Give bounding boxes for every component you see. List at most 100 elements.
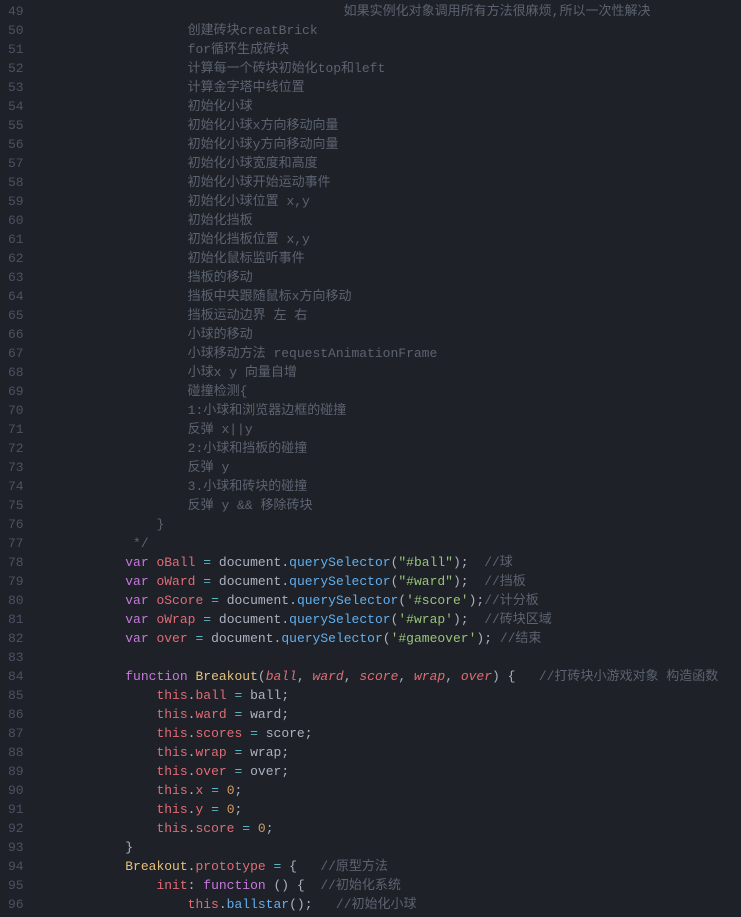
token-cmt: 初始化小球x方向移动向量 [188,118,339,133]
line-number: 84 [8,667,24,686]
code-line[interactable]: 创建砖块creatBrick [32,21,741,40]
code-line[interactable]: 初始化挡板 [32,211,741,230]
code-line[interactable]: 初始化小球开始运动事件 [32,173,741,192]
token-str: "#ward" [398,574,453,589]
code-line[interactable]: 反弹 x||y [32,420,741,439]
code-line[interactable]: 2:小球和挡板的碰撞 [32,439,741,458]
code-line[interactable]: this.wrap = wrap; [32,743,741,762]
token-p: ; [305,726,313,741]
token-cls: Breakout [195,669,257,684]
code-line[interactable]: this.over = over; [32,762,741,781]
token-p: ); [453,555,484,570]
code-line[interactable]: 挡板的移动 [32,268,741,287]
code-line[interactable]: 初始化挡板位置 x,y [32,230,741,249]
line-number: 49 [8,2,24,21]
code-line[interactable]: 挡板运动边界 左 右 [32,306,741,325]
token-func: ballstar [227,897,289,912]
code-line[interactable]: 计算每一个砖块初始化top和left [32,59,741,78]
code-line[interactable]: this.scores = score; [32,724,741,743]
code-line[interactable]: } [32,838,741,857]
code-line[interactable]: var oScore = document.querySelector('#sc… [32,591,741,610]
token-param: ball [266,669,297,684]
token-var: wrap [195,745,226,760]
code-line[interactable] [32,648,741,667]
code-editor[interactable]: 4950515253545556575859606162636465666768… [0,0,741,917]
line-number: 54 [8,97,24,116]
token-func: querySelector [297,593,398,608]
token-p [242,764,250,779]
token-p [227,707,235,722]
code-line[interactable]: 初始化小球宽度和高度 [32,154,741,173]
code-line[interactable]: 挡板中央跟随鼠标x方向移动 [32,287,741,306]
token-p: ; [235,802,243,817]
code-line[interactable]: var oWrap = document.querySelector('#wra… [32,610,741,629]
token-key: function [203,878,265,893]
code-line[interactable]: 计算金字塔中线位置 [32,78,741,97]
code-line[interactable]: 初始化小球 [32,97,741,116]
token-var: prototype [195,859,265,874]
code-line[interactable]: this.score = 0; [32,819,741,838]
code-line[interactable]: var oBall = document.querySelector("#bal… [32,553,741,572]
token-this: this [156,688,187,703]
line-number: 71 [8,420,24,439]
code-line[interactable]: 反弹 y && 移除砖块 [32,496,741,515]
token-p: , [398,669,414,684]
token-num: 0 [227,802,235,817]
code-line[interactable]: this.y = 0; [32,800,741,819]
code-line[interactable]: init: function () { //初始化系统 [32,876,741,895]
token-cmt: 初始化小球位置 x,y [188,194,310,209]
line-number: 56 [8,135,24,154]
code-line[interactable]: } [32,515,741,534]
token-cmt: 1:小球和浏览器边框的碰撞 [188,403,347,418]
token-var: score [195,821,234,836]
code-line[interactable]: 1:小球和浏览器边框的碰撞 [32,401,741,420]
token-prop: document [219,574,281,589]
code-line[interactable]: 3.小球和砖块的碰撞 [32,477,741,496]
token-p: ; [266,821,274,836]
token-var: oScore [156,593,203,608]
code-line[interactable]: 初始化鼠标监听事件 [32,249,741,268]
token-cmt: for循环生成砖块 [188,42,289,57]
token-cmt: 反弹 y && 移除砖块 [188,498,313,513]
line-number: 76 [8,515,24,534]
code-line[interactable]: */ [32,534,741,553]
token-cmt: 初始化小球 [188,99,253,114]
code-line[interactable]: var over = document.querySelector('#game… [32,629,741,648]
token-p: . [281,555,289,570]
code-line[interactable]: this.ballstar(); //初始化小球 [32,895,741,914]
code-line[interactable]: 初始化小球y方向移动向量 [32,135,741,154]
token-p [219,783,227,798]
token-p [242,707,250,722]
code-line[interactable]: 如果实例化对象调用所有方法很麻烦,所以一次性解决 [32,2,741,21]
token-cmt: 反弹 x||y [188,422,253,437]
code-line[interactable]: function Breakout(ball, ward, score, wra… [32,667,741,686]
code-line[interactable]: Breakout.prototype = { //原型方法 [32,857,741,876]
token-func: querySelector [289,612,390,627]
code-line[interactable]: 初始化小球位置 x,y [32,192,741,211]
code-line[interactable]: 初始化小球x方向移动向量 [32,116,741,135]
line-number: 83 [8,648,24,667]
code-line[interactable]: 小球x y 向量自增 [32,363,741,382]
token-cmt: 3.小球和砖块的碰撞 [188,479,308,494]
token-p: { [281,859,320,874]
code-line[interactable]: this.ball = ball; [32,686,741,705]
token-cmt: //挡板 [484,574,526,589]
token-p [211,555,219,570]
code-line[interactable]: 反弹 y [32,458,741,477]
token-str: '#wrap' [398,612,453,627]
token-cmt: 创建砖块creatBrick [188,23,318,38]
code-line[interactable]: this.x = 0; [32,781,741,800]
code-line[interactable]: var oWard = document.querySelector("#war… [32,572,741,591]
code-line[interactable]: for循环生成砖块 [32,40,741,59]
line-number: 66 [8,325,24,344]
code-line[interactable]: 小球的移动 [32,325,741,344]
code-area[interactable]: 如果实例化对象调用所有方法很麻烦,所以一次性解决 创建砖块creatBrick … [32,0,741,917]
token-cmt: 初始化小球开始运动事件 [188,175,331,190]
token-key: function [125,669,187,684]
code-line[interactable]: 小球移动方法 requestAnimationFrame [32,344,741,363]
code-line[interactable]: 碰撞检测{ [32,382,741,401]
code-line[interactable]: this.ward = ward; [32,705,741,724]
token-prop: ball [250,688,281,703]
token-var: over [195,764,226,779]
token-var: oBall [156,555,195,570]
